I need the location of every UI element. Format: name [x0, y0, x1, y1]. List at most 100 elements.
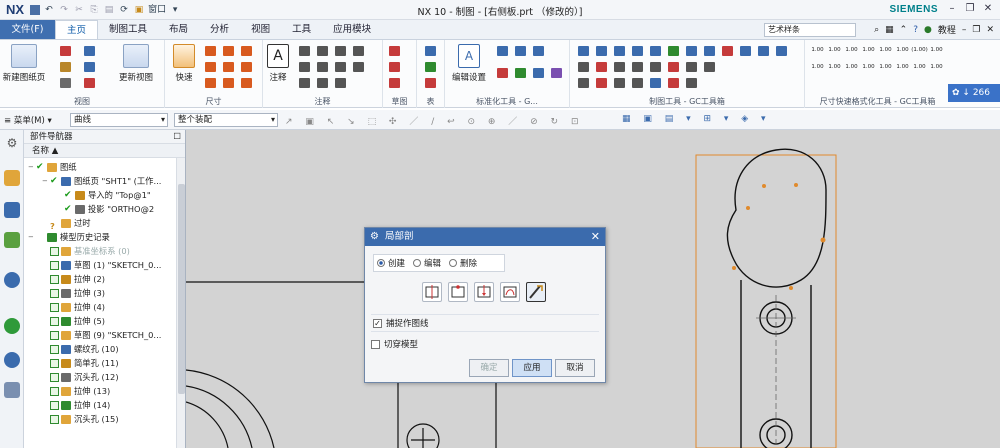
gc-tool-9-icon[interactable] [722, 46, 733, 56]
dim-format-8[interactable]: 1.00 [928, 46, 945, 55]
snap-construction-line-option[interactable]: ✓ 捕捉作图线 [371, 314, 599, 332]
standard-tool-5-icon[interactable] [515, 68, 526, 78]
base-view-icon[interactable] [60, 46, 71, 56]
tree-row[interactable]: 沉头孔 (15) [42, 412, 119, 426]
minimize-icon[interactable]: – [962, 25, 967, 35]
gc-tool-21-icon[interactable] [578, 78, 589, 88]
search-icon[interactable]: ⌕ [874, 25, 879, 35]
visibility-check-icon[interactable]: ✔ [36, 162, 45, 172]
sketch-line-icon[interactable] [389, 78, 400, 88]
dim-format-10[interactable]: 1.00 [826, 63, 843, 72]
gc-tool-23-icon[interactable] [614, 78, 625, 88]
copy-icon[interactable]: ⎘ [88, 4, 100, 16]
perimeter-dimension-icon[interactable] [223, 78, 234, 88]
window-icon[interactable]: ▣ [133, 4, 145, 16]
feature-checkbox[interactable] [50, 344, 59, 354]
tutorial-icon[interactable]: ● [924, 25, 932, 35]
parts-list-icon[interactable] [425, 62, 436, 72]
gc-tool-24-icon[interactable] [632, 78, 643, 88]
gc-tool-2-icon[interactable] [596, 46, 607, 56]
dim-format-9[interactable]: 1.00 [809, 63, 826, 72]
feature-checkbox[interactable] [50, 400, 59, 410]
radial-dimension-icon[interactable] [223, 46, 234, 56]
gc-tool-5-icon[interactable] [650, 46, 661, 56]
quick-dimension-button[interactable]: 快速 [167, 44, 201, 83]
cancel-button[interactable]: 取消 [555, 359, 595, 377]
tab-tools[interactable]: 工具 [281, 20, 322, 39]
feature-checkbox[interactable] [50, 246, 59, 256]
gc-toolbox-badge[interactable]: ✿ ↓ 266 [948, 84, 1000, 102]
feature-checkbox[interactable] [50, 302, 59, 312]
tab-view[interactable]: 视图 [240, 20, 281, 39]
feature-checkbox[interactable] [50, 358, 59, 368]
gc-tool-17-icon[interactable] [650, 62, 661, 72]
dim-format-1[interactable]: 1.00 [809, 46, 826, 55]
visibility-check-icon[interactable]: ✔ [64, 190, 73, 200]
expand-toggle-icon[interactable]: − [42, 174, 50, 188]
feature-checkbox[interactable] [50, 260, 59, 270]
grid-icon[interactable]: ▦ [885, 25, 894, 35]
chamfer-dimension-icon[interactable] [205, 62, 216, 72]
tab-analysis[interactable]: 分析 [199, 20, 240, 39]
command-search-input[interactable]: 艺术样条 [764, 23, 856, 37]
target-point-icon[interactable] [353, 46, 364, 56]
area-fill-icon[interactable] [335, 78, 346, 88]
feature-control-frame-icon[interactable] [299, 46, 310, 56]
arc-length-icon[interactable] [241, 62, 252, 72]
reuse-library-icon[interactable] [4, 272, 20, 288]
radio-create[interactable]: 创建 [377, 257, 405, 269]
radio-create-dot[interactable] [377, 259, 385, 267]
dim-format-2[interactable]: 1.00 [826, 46, 843, 55]
window-menu[interactable]: 窗口 [148, 4, 166, 16]
dim-format-12[interactable]: 1.00 [860, 63, 877, 72]
close-icon[interactable]: ✕ [986, 25, 994, 35]
tutorial-label[interactable]: 教程 [938, 23, 956, 36]
web-browser-icon[interactable] [4, 318, 20, 334]
type-filter-select[interactable]: 曲线 [70, 113, 168, 127]
tree-row[interactable]: − 模型历史记录 [28, 230, 110, 244]
selection-scope-select[interactable]: 整个装配 [174, 113, 278, 127]
thickness-dimension-icon[interactable] [223, 62, 234, 72]
dialog-close-icon[interactable]: ✕ [591, 228, 600, 246]
tree-row[interactable]: 沉头孔 (12) [42, 370, 119, 384]
gc-tool-25-icon[interactable] [650, 78, 661, 88]
annotation-button[interactable]: A 注释 [263, 44, 293, 83]
expand-toggle-icon[interactable]: − [28, 160, 36, 174]
standard-tool-4-icon[interactable] [497, 68, 508, 78]
tree-row[interactable]: 草图 (1) "SKETCH_0... [42, 258, 161, 272]
standard-tool-3-icon[interactable] [533, 46, 544, 56]
centerline-icon[interactable] [335, 62, 346, 72]
section-view-icon[interactable] [84, 62, 95, 72]
standard-tool-6-icon[interactable] [533, 68, 544, 78]
part-navigator-icon[interactable] [4, 232, 20, 248]
cut-icon[interactable]: ✂ [73, 4, 85, 16]
feature-checkbox[interactable] [50, 316, 59, 326]
datum-target-icon[interactable] [335, 46, 346, 56]
radio-edit-dot[interactable] [413, 259, 422, 267]
feature-checkbox[interactable] [50, 330, 59, 340]
gc-tool-4-icon[interactable] [632, 46, 643, 56]
projected-view-icon[interactable] [84, 46, 95, 56]
tree-row[interactable]: − ✔ 图纸页 "SHT1" (工作... [42, 174, 161, 188]
radio-delete-dot[interactable] [449, 259, 458, 267]
hatch-icon[interactable] [353, 62, 364, 72]
dim-format-5[interactable]: 1.00 [877, 46, 894, 55]
dim-format-14[interactable]: 1.00 [894, 63, 911, 72]
tree-row[interactable]: − ✔ 图纸 [28, 160, 77, 174]
update-view-button[interactable]: 更新视图 [114, 44, 158, 83]
feature-checkbox[interactable] [50, 372, 59, 382]
gc-tool-12-icon[interactable] [776, 46, 787, 56]
tree-row[interactable]: 简单孔 (11) [42, 356, 119, 370]
tree-row[interactable]: 拉伸 (13) [42, 384, 110, 398]
select-view-step-icon[interactable] [422, 282, 442, 302]
tree-row[interactable]: 拉伸 (14) [42, 398, 110, 412]
standard-tool-1-icon[interactable] [497, 46, 508, 56]
paste-icon[interactable]: ▤ [103, 4, 115, 16]
gc-tool-7-icon[interactable] [686, 46, 697, 56]
radio-delete[interactable]: 删除 [449, 257, 477, 269]
sketch-curve-icon[interactable] [389, 46, 400, 56]
tree-row[interactable]: 拉伸 (5) [42, 314, 105, 328]
snap-construction-line-checkbox[interactable]: ✓ [373, 318, 382, 328]
gc-tool-16-icon[interactable] [632, 62, 643, 72]
angular-dimension-icon[interactable] [241, 46, 252, 56]
